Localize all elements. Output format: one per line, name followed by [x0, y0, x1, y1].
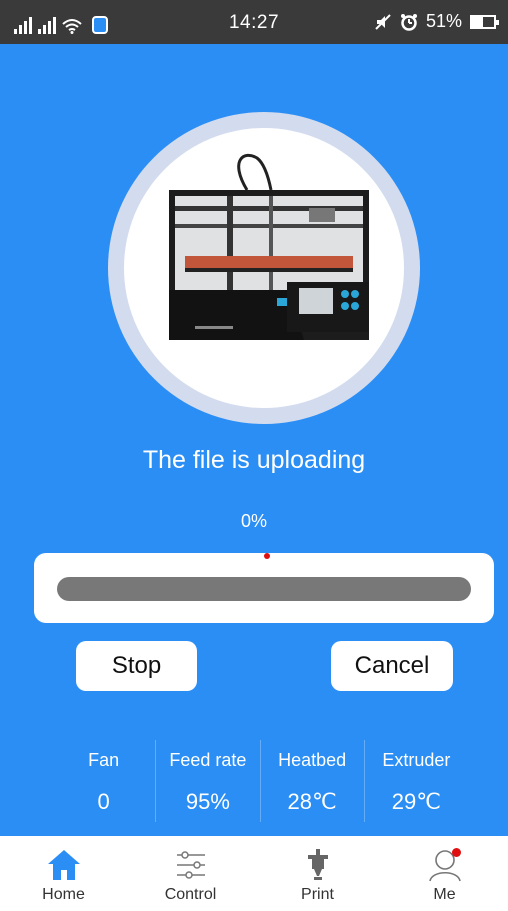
battery-percent: 51% [425, 11, 462, 31]
bottom-tab-bar: Home Control Print Me [0, 836, 508, 911]
status-bar: 14:27 51% [0, 0, 508, 44]
stat-label: Feed rate [169, 750, 247, 770]
stat-heatbed: Heatbed 28℃ [259, 740, 364, 822]
tab-label: Me [433, 886, 456, 903]
stat-extruder: Extruder 29℃ [363, 740, 468, 822]
tab-label: Print [301, 886, 334, 903]
stat-value: 0 [97, 789, 110, 814]
tab-label: Control [164, 886, 217, 903]
stat-feed-rate: Feed rate 95% [155, 740, 259, 822]
stat-value: 95% [185, 789, 230, 814]
stat-label: Fan [88, 750, 120, 770]
printer-image [169, 153, 369, 340]
stat-fan: Fan 0 [52, 740, 155, 822]
stat-label: Extruder [382, 750, 451, 770]
print-nozzle-icon [298, 846, 338, 884]
progress-indicator-dot [264, 553, 270, 559]
printer-stats: Fan 0 Feed rate 95% Heatbed 28℃ Extruder… [52, 740, 468, 822]
stat-label: Heatbed [278, 750, 347, 770]
tab-home[interactable]: Home [0, 836, 127, 911]
upload-progress-bar [57, 577, 471, 601]
stat-value: 28℃ [287, 789, 337, 814]
user-icon [425, 846, 465, 884]
tab-control[interactable]: Control [127, 836, 254, 911]
stat-value: 29℃ [391, 789, 441, 814]
upload-status-title: The file is uploading [142, 446, 366, 474]
home-icon [44, 846, 84, 884]
tab-label: Home [42, 886, 85, 903]
tab-print[interactable]: Print [254, 836, 381, 911]
mute-icon [375, 13, 391, 30]
status-right: 51% [374, 11, 499, 32]
battery-icon [470, 14, 499, 29]
tab-me[interactable]: Me [381, 836, 508, 911]
stop-button[interactable]: Stop [76, 641, 197, 691]
alarm-icon [400, 13, 417, 31]
sliders-icon [171, 846, 211, 884]
cancel-button[interactable]: Cancel [331, 641, 453, 691]
upload-percent: 0% [240, 511, 267, 531]
notification-badge [451, 848, 461, 857]
